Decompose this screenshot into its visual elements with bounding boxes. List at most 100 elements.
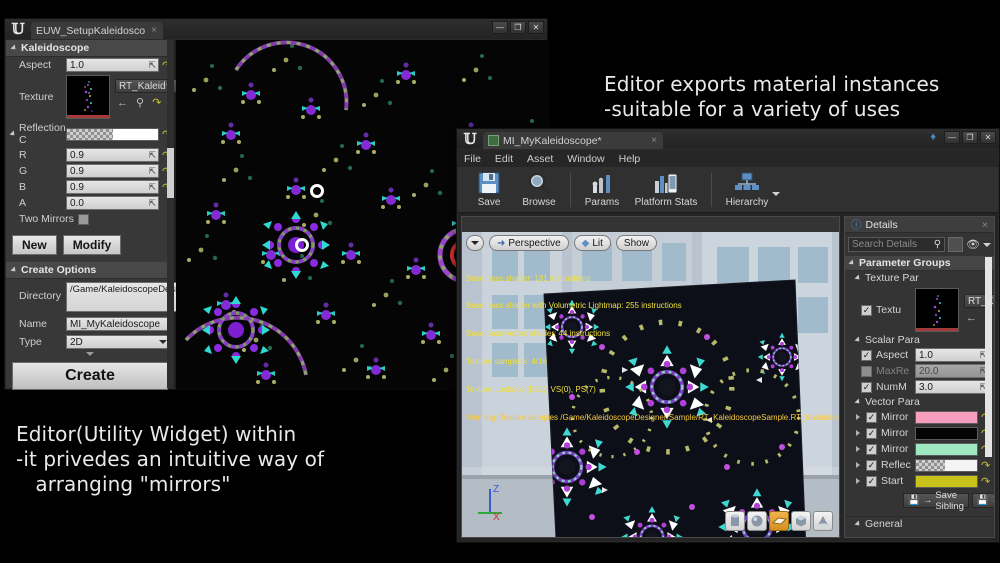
reset-icon[interactable]: ↷ xyxy=(981,475,990,488)
material-viewport[interactable]: ➜ Perspective ◆ Lit Show Base pass shade… xyxy=(461,216,840,538)
details-panel[interactable]: ⓘ Details × Search Details ⚲ 👁 Parameter… xyxy=(844,216,995,538)
row-aspect[interactable]: Aspect 1.0 ⇱ ↷ xyxy=(6,57,174,73)
expand-arrow-icon[interactable] xyxy=(856,462,860,468)
parameter-groups-header[interactable]: Parameter Groups xyxy=(845,256,994,271)
maximize-button[interactable]: ❐ xyxy=(962,131,978,144)
sphere-shape-button[interactable] xyxy=(747,511,767,531)
category-header-create-options[interactable]: Create Options xyxy=(6,262,174,279)
perspective-button[interactable]: ➜ Perspective xyxy=(489,235,569,251)
utility-window-titlebar[interactable]: 𝕌 EUW_SetupKaleidosco × — ❐ ✕ xyxy=(5,19,547,39)
scalar-parameters-header[interactable]: Scalar Para xyxy=(845,333,994,347)
row-vector-mirror-2[interactable]: ✓ Mirror ↷ xyxy=(845,425,994,441)
material-window-titlebar[interactable]: 𝕌 MI_MyKaleidoscope* × ♦ — ❐ ✕ xyxy=(457,129,999,149)
name-input[interactable]: MI_MyKaleidoscope xyxy=(66,317,171,331)
row-scalar-aspect[interactable]: ✓ Aspect 1.0 ⇱ xyxy=(845,347,994,363)
cylinder-shape-button[interactable] xyxy=(725,511,745,531)
expand-triangle-icon[interactable] xyxy=(854,274,862,282)
menu-window[interactable]: Window xyxy=(567,153,604,165)
g-input[interactable]: 0.9 ⇱ xyxy=(66,164,159,178)
spinner-icon[interactable]: ⇱ xyxy=(148,182,156,193)
plane-shape-button[interactable] xyxy=(769,511,789,531)
search-icon[interactable]: ⚲ xyxy=(934,239,941,250)
browse-back-icon[interactable]: ← xyxy=(966,312,977,324)
menubar[interactable]: File Edit Asset Window Help xyxy=(458,150,998,167)
reflec-color-swatch[interactable] xyxy=(915,458,978,472)
chevron-down-icon[interactable] xyxy=(471,241,479,245)
row-scalar-numm[interactable]: ✓ NumM 3.0 ⇱ xyxy=(845,379,994,395)
save-button[interactable]: Save xyxy=(464,171,514,208)
mirror1-color-swatch[interactable] xyxy=(915,410,978,424)
maximize-button[interactable]: ❐ xyxy=(510,21,526,34)
reset-icon[interactable]: ↷ xyxy=(981,459,990,472)
close-button[interactable]: ✕ xyxy=(980,131,996,144)
row-scalar-maxre[interactable]: MaxRe 20.0 ⇱ xyxy=(845,363,994,379)
vector-parameters-header[interactable]: Vector Para xyxy=(845,395,994,409)
menu-help[interactable]: Help xyxy=(619,153,641,165)
row-reflection-color[interactable]: Reflection C ↷ xyxy=(6,121,174,147)
mirror1-checkbox[interactable]: ✓ xyxy=(866,411,877,423)
texture-param-checkbox[interactable]: ✓ xyxy=(861,304,872,316)
viewport-options-button[interactable] xyxy=(466,235,484,251)
details-tab[interactable]: ⓘ Details × xyxy=(845,217,994,233)
aspect-input[interactable]: 1.0 ⇱ xyxy=(66,58,159,72)
menu-edit[interactable]: Edit xyxy=(495,153,513,165)
details-texture-thumbnail[interactable] xyxy=(915,288,959,332)
cube-shape-button[interactable] xyxy=(791,511,811,531)
row-vector-start[interactable]: ✓ Start ↷ xyxy=(845,473,994,489)
action-button-row[interactable]: New Modify xyxy=(6,227,174,260)
platform-stats-button[interactable]: Platform Stats xyxy=(627,171,705,208)
row-name[interactable]: Name MI_MyKaleidoscope xyxy=(6,313,174,332)
params-button[interactable]: Params xyxy=(577,171,627,208)
new-button[interactable]: New xyxy=(12,235,57,255)
numm-checkbox[interactable]: ✓ xyxy=(861,381,872,393)
menu-asset[interactable]: Asset xyxy=(527,153,553,165)
kaleidoscope-parameters-panel[interactable]: Kaleidoscope Aspect 1.0 ⇱ ↷ Texture xyxy=(6,40,248,390)
row-texture-param[interactable]: ✓ Textu RT_K ← xyxy=(845,285,994,333)
menu-file[interactable]: File xyxy=(464,153,481,165)
editor-toolbar[interactable]: Save Browse Params Platform Stats Hierar… xyxy=(458,167,998,213)
expand-triangle-icon[interactable] xyxy=(848,259,856,267)
tab-mi-mykaleidoscope[interactable]: MI_MyKaleidoscope* × xyxy=(483,132,663,149)
close-icon[interactable]: × xyxy=(651,135,657,146)
row-vector-mirror-3[interactable]: ✓ Mirror ↷ xyxy=(845,441,994,457)
chevron-down-icon[interactable] xyxy=(86,352,94,356)
r-input[interactable]: 0.9 ⇱ xyxy=(66,148,159,162)
browse-button[interactable]: Browse xyxy=(514,171,564,208)
minimize-button[interactable]: — xyxy=(944,131,960,144)
expand-triangle-icon[interactable] xyxy=(10,44,18,52)
row-type[interactable]: Type 2D xyxy=(6,332,174,350)
general-group-header[interactable]: General xyxy=(845,516,994,530)
expand-arrow-icon[interactable] xyxy=(856,430,860,436)
texture-parameters-header[interactable]: Texture Par xyxy=(845,271,994,285)
row-two-mirrors[interactable]: Two Mirrors xyxy=(6,211,174,227)
category-header-kaleidoscope[interactable]: Kaleidoscope xyxy=(6,40,174,57)
scrollbar-thumb[interactable] xyxy=(167,148,174,198)
window-controls[interactable]: — ❐ ✕ xyxy=(492,21,544,34)
show-button[interactable]: Show xyxy=(615,235,657,251)
save-buttons-row[interactable]: 💾 → Save Sibling 💾 ↧ S xyxy=(845,489,994,512)
hierarchy-button[interactable]: Hierarchy xyxy=(718,171,776,208)
scalar-maxre-input[interactable]: 20.0 ⇱ xyxy=(915,364,990,378)
b-input[interactable]: 0.9 ⇱ xyxy=(66,180,159,194)
expand-arrow-icon[interactable] xyxy=(856,414,860,420)
chevron-down-icon[interactable] xyxy=(983,242,991,247)
row-r[interactable]: R 0.9 ⇱ ↷ xyxy=(6,147,174,163)
expand-triangle-icon[interactable] xyxy=(854,519,862,528)
expand-triangle-icon[interactable] xyxy=(854,398,862,406)
details-scrollbar[interactable] xyxy=(985,257,992,457)
start-checkbox[interactable]: ✓ xyxy=(866,475,877,487)
start-color-swatch[interactable] xyxy=(915,474,978,488)
mirror3-checkbox[interactable]: ✓ xyxy=(866,443,877,455)
two-mirrors-checkbox[interactable] xyxy=(78,213,89,225)
spinner-icon[interactable]: ⇱ xyxy=(148,166,156,177)
reflec-checkbox[interactable]: ✓ xyxy=(866,459,877,471)
row-a[interactable]: A 0.0 ⇱ xyxy=(6,195,174,211)
spinner-icon[interactable]: ⇱ xyxy=(148,60,156,71)
row-g[interactable]: G 0.9 ⇱ ↷ xyxy=(6,163,174,179)
expand-triangle-icon[interactable] xyxy=(10,266,18,274)
row-b[interactable]: B 0.9 ⇱ ↷ xyxy=(6,179,174,195)
chevron-down-icon[interactable] xyxy=(159,340,167,344)
search-details-input[interactable]: Search Details ⚲ xyxy=(848,237,946,252)
mirror3-color-swatch[interactable] xyxy=(915,442,978,456)
expand-arrow-icon[interactable] xyxy=(856,446,860,452)
